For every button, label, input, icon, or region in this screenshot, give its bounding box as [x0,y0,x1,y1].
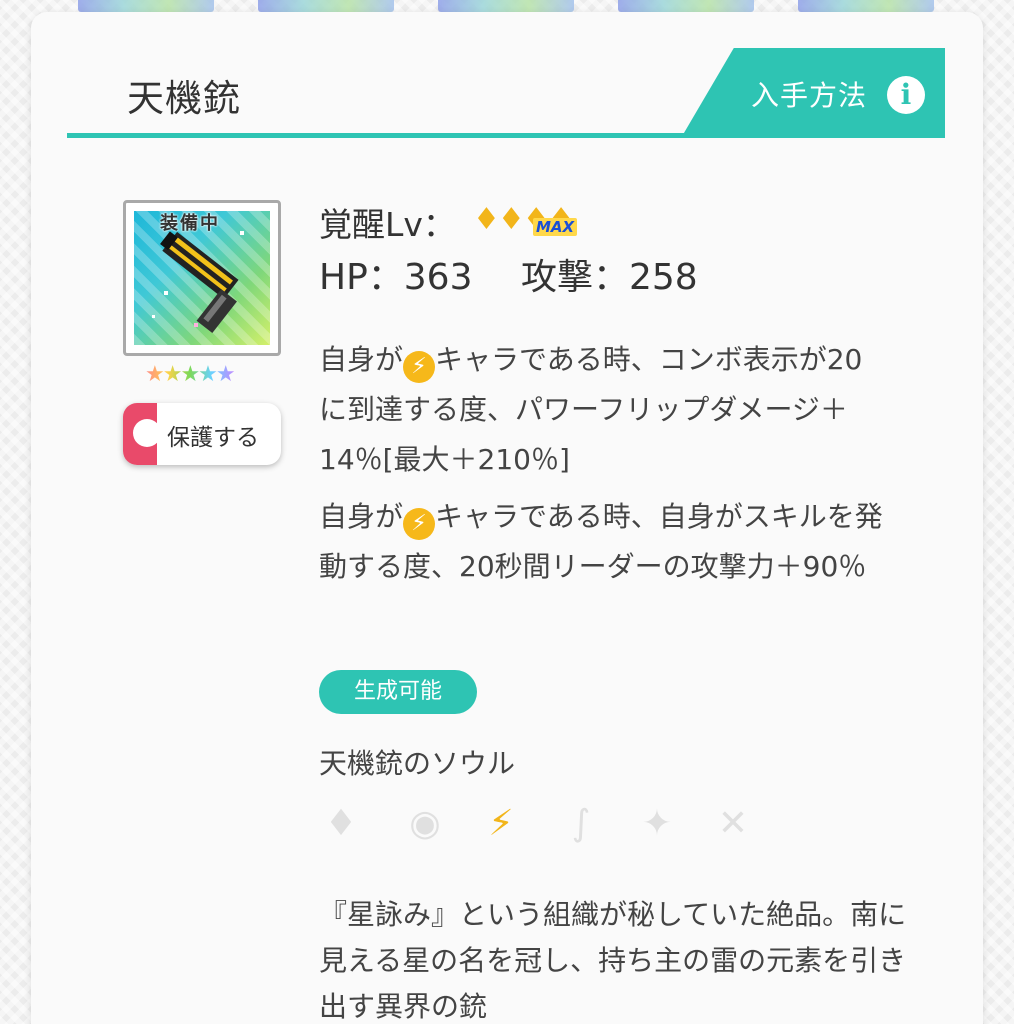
background-item-thumb [618,0,754,12]
background-item-thumb [438,0,574,12]
soul-name: 天機銃のソウル [319,747,516,780]
skill-prefix: 自身が [319,343,404,376]
fire-icon: ♦ [324,803,358,844]
protect-toggle-icon[interactable] [123,403,161,465]
hp-stat: HP：363 [319,257,473,298]
craftable-badge: 生成可能 [319,670,477,714]
element-icon-row: ♦ ◉ ⚡ ∫ ✦ ✕ [319,802,759,846]
equipped-badge: 装備中 [160,213,220,234]
rarity-stars: ★★★★★ [145,362,236,387]
water-icon: ◉ [409,803,441,844]
thunder-element-icon: ⚡ [403,508,436,540]
thunder-element-icon: ⚡ [403,351,436,383]
item-detail-card: 天機銃 入手方法 i 装備中 ★★★★★ 保護する 覚醒Lv： ♦♦♦♦ MAX… [31,12,983,1024]
protect-button[interactable]: 保護する [123,403,281,465]
background-item-thumb [258,0,394,12]
background-item-thumb [798,0,934,12]
skill-text: キャラである時、自身がスキルを発動する度、20秒間リーダーの攻撃力＋90％ [319,500,883,583]
skill-description: 自身が ⚡ キャラである時、コンボ表示が20 に到達する度、パワーフリップダメージ＋… [319,335,899,485]
header-divider [67,133,945,138]
item-icon-frame[interactable]: 装備中 [123,200,281,356]
info-icon[interactable]: i [887,76,925,114]
attack-stat: 攻撃：258 [521,257,698,298]
skill-prefix: 自身が [319,500,404,533]
dark-icon: ✕ [717,803,749,844]
wind-icon: ∫ [571,803,591,844]
thunder-icon: ⚡ [488,803,514,844]
protect-label: 保護する [167,425,259,451]
skill-description: 自身が ⚡ キャラである時、自身がスキルを発動する度、20秒間リーダーの攻撃力＋90… [319,492,899,592]
flavor-text: 『星詠み』という組織が秘していた絶品。南に見える星の名を冠し、持ち主の雷の元素を… [319,898,907,1023]
background-item-thumb [78,0,214,12]
item-title: 天機銃 [127,77,241,120]
max-badge: MAX [533,218,578,236]
light-icon: ✦ [641,803,673,844]
awaken-level-label: 覚醒Lv： [319,205,456,244]
acquire-method-label[interactable]: 入手方法 [751,74,867,114]
